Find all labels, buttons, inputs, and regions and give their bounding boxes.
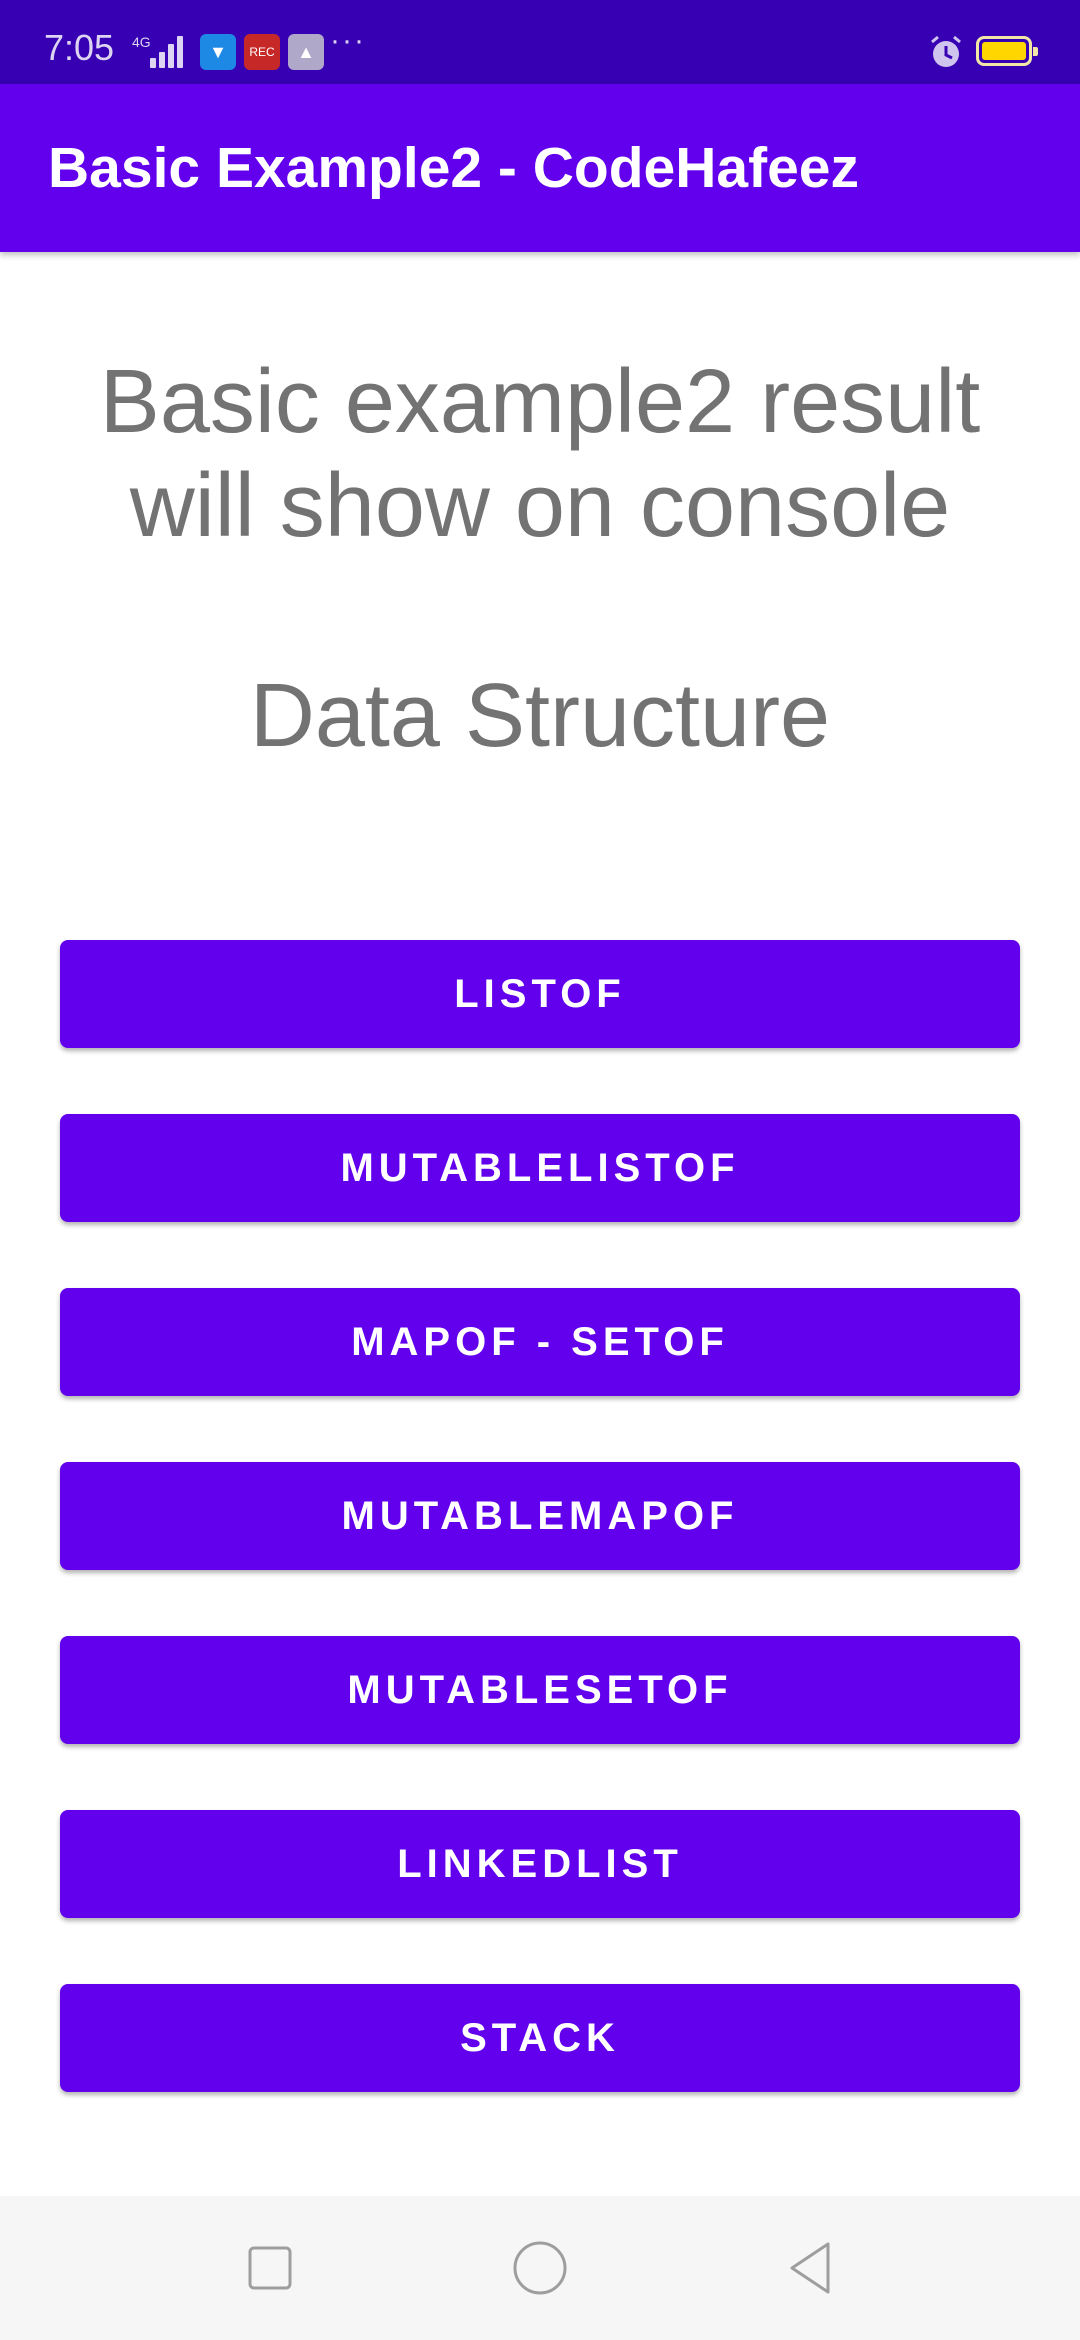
mutablemapof-button[interactable]: MUTABLEMAPOF xyxy=(60,1462,1020,1570)
mutablesetof-button[interactable]: MUTABLESETOF xyxy=(60,1636,1020,1744)
section-title: Data Structure xyxy=(249,666,831,766)
recents-icon[interactable] xyxy=(238,2236,302,2300)
screen-record-icon: REC xyxy=(244,34,280,70)
network-type-label: 4G xyxy=(132,34,151,50)
usb-icon: ▼ xyxy=(200,34,236,70)
listof-button[interactable]: LISTOF xyxy=(60,940,1020,1048)
mapof-setof-button[interactable]: MAPOF - SETOF xyxy=(60,1288,1020,1396)
status-bar: 7:05 4G ▼ REC ▲ ··· xyxy=(0,0,1080,84)
home-icon[interactable] xyxy=(508,2236,572,2300)
stack-button[interactable]: STACK xyxy=(60,1984,1020,2092)
mutablelistof-button[interactable]: MUTABLELISTOF xyxy=(60,1114,1020,1222)
status-time: 7:05 xyxy=(44,27,115,68)
navigation-bar xyxy=(0,2196,1080,2340)
linkedlist-button[interactable]: LINKEDLIST xyxy=(60,1810,1020,1918)
app-title: Basic Example2 - CodeHafeez xyxy=(48,136,859,200)
signal-icon xyxy=(150,34,190,68)
more-icon: ··· xyxy=(330,24,366,57)
alarm-icon xyxy=(931,35,961,67)
back-icon[interactable] xyxy=(778,2236,842,2300)
drive-icon: ▲ xyxy=(288,34,324,70)
description-text: Basic example2 result will show on conso… xyxy=(99,352,981,556)
app-bar: Basic Example2 - CodeHafeez xyxy=(0,84,1080,252)
battery-icon xyxy=(976,36,1038,66)
